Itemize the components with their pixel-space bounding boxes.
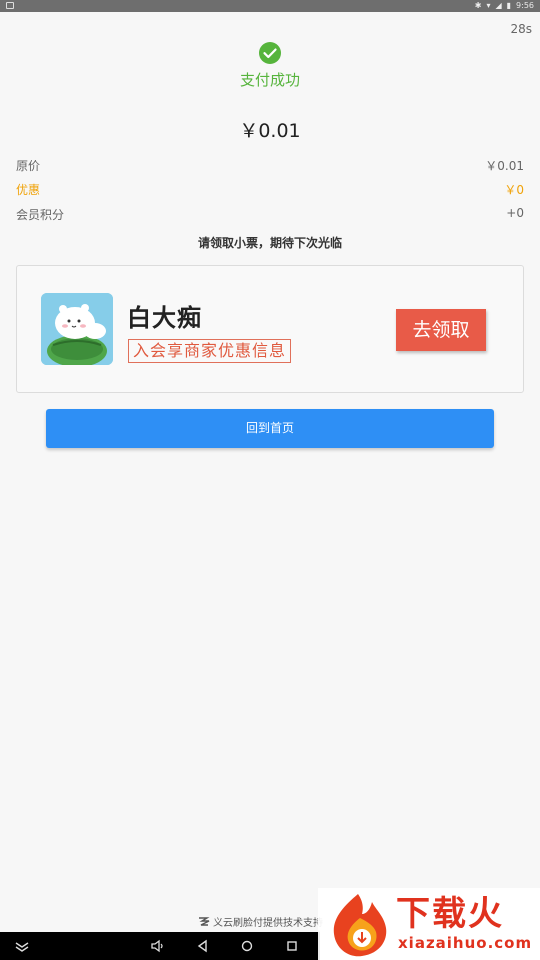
check-circle-icon xyxy=(259,42,281,64)
flame-logo xyxy=(333,894,387,957)
watermark-title: 下载火 xyxy=(396,894,504,934)
discount-row: 优惠 ￥0 xyxy=(16,181,524,199)
yiyun-logo-icon xyxy=(199,917,210,926)
battery-icon: ▮ xyxy=(506,1,512,10)
wifi-icon: ▾ xyxy=(486,1,491,10)
claim-button[interactable]: 去领取 xyxy=(396,309,486,351)
row-label: 会员积分 xyxy=(16,208,65,222)
system-nav-bar xyxy=(0,932,320,960)
row-value: ￥0 xyxy=(504,183,524,197)
merchant-logo xyxy=(41,293,113,365)
bluetooth-icon: ✱ xyxy=(474,1,482,10)
collapse-icon[interactable] xyxy=(14,938,30,954)
back-home-button[interactable]: 回到首页 xyxy=(46,409,494,448)
watermark-domain: xiazaihuo.com xyxy=(398,934,533,952)
home-icon[interactable] xyxy=(239,938,255,954)
tech-support: 义云刷脸付提供技术支持 xyxy=(198,914,323,929)
status-time: 9:56 xyxy=(516,1,534,10)
notification-icon xyxy=(6,2,14,9)
receipt-tip: 请领取小票，期待下次光临 xyxy=(197,236,342,250)
row-value: ￥0.01 xyxy=(485,159,524,173)
member-points-row: 会员积分 +0 xyxy=(16,206,524,224)
volume-icon[interactable] xyxy=(149,938,165,954)
original-price-row: 原价 ￥0.01 xyxy=(16,157,524,175)
status-bar: ✱ ▾ ◢ ▮ 9:56 xyxy=(0,0,540,12)
merchant-card: 白大痴 入会享商家优惠信息 去领取 xyxy=(16,265,524,393)
row-label: 优惠 xyxy=(16,183,41,197)
status-icons: ✱ ▾ ◢ ▮ 9:56 xyxy=(475,1,534,11)
payment-amount: ￥0.01 xyxy=(239,120,301,142)
row-value: +0 xyxy=(506,206,524,220)
watermark: 下载火 xiazaihuo.com xyxy=(318,888,540,960)
payment-status: 支付成功 xyxy=(239,71,300,89)
merchant-name: 白大痴 xyxy=(127,304,202,332)
back-icon[interactable] xyxy=(195,938,211,954)
merchant-slogan: 入会享商家优惠信息 xyxy=(128,339,292,363)
signal-icon: ◢ xyxy=(495,1,502,10)
countdown-timer: 28s xyxy=(510,22,532,36)
recents-icon[interactable] xyxy=(284,938,300,954)
row-label: 原价 xyxy=(16,159,41,173)
support-text: 义云刷脸付提供技术支持 xyxy=(213,918,323,929)
